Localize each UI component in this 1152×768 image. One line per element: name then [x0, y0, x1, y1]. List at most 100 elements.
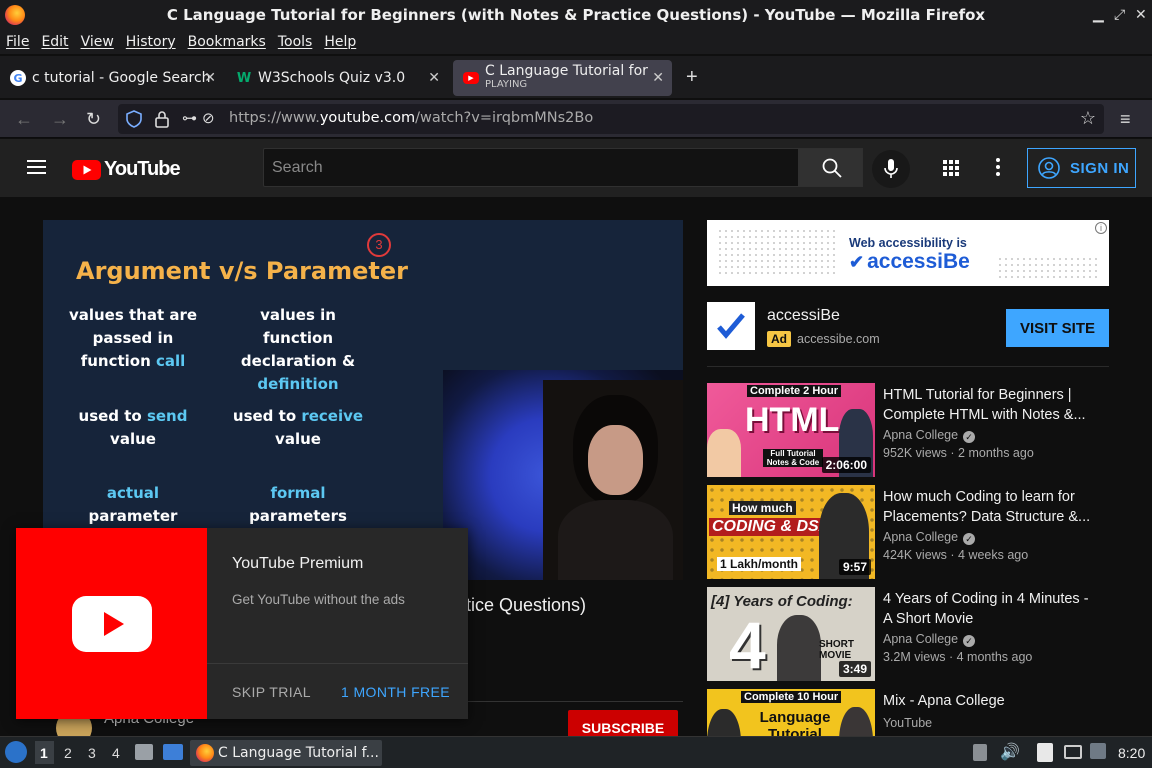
recommendation-item[interactable]: Complete 2 Hour HTML Full Tutorial Notes…: [707, 383, 1109, 477]
channel-name[interactable]: Apna College ✓: [883, 428, 976, 443]
permissions-icon[interactable]: ⊶: [182, 109, 197, 127]
tab-youtube-active[interactable]: ▶ C Language Tutorial for B PLAYING ✕: [453, 60, 672, 96]
microphone-icon: [884, 159, 898, 178]
thumb-main-text: Language Tutorial: [759, 709, 831, 736]
ad-banner-line: Web accessibility is: [849, 236, 967, 250]
recommendation-item[interactable]: How much CODING & DSA 1 Lakh/month 9:57 …: [707, 485, 1109, 579]
ad-badge: Ad: [767, 331, 791, 347]
divider: [207, 663, 468, 664]
lock-icon[interactable]: [154, 110, 170, 128]
ad-banner[interactable]: Web accessibility is ✔ accessiBe i: [707, 220, 1109, 286]
close-tab-icon[interactable]: ✕: [652, 70, 664, 86]
subscribe-button[interactable]: SUBSCRIBE: [568, 710, 678, 736]
menu-help[interactable]: Help: [324, 34, 356, 50]
ad-logo: [707, 302, 755, 350]
video-thumbnail[interactable]: Complete 2 Hour HTML Full Tutorial Notes…: [707, 383, 875, 477]
taskbar: 1 2 3 4 C Language Tutorial f... 🔊 8:20: [0, 736, 1152, 768]
file-manager-icon[interactable]: [135, 744, 153, 760]
sign-in-button[interactable]: SIGN IN: [1027, 148, 1136, 188]
slide-right-cell-1: values in function declaration & definit…: [240, 306, 356, 393]
thumb-main-text: HTML: [745, 401, 840, 439]
menu-tools[interactable]: Tools: [278, 34, 313, 50]
video-title[interactable]: Mix - Apna College: [883, 691, 1098, 711]
autoplay-blocked-icon[interactable]: ⊘: [202, 109, 215, 127]
thumb-sub-text: SHORT MOVIE: [819, 639, 854, 661]
workspace-2[interactable]: 2: [64, 745, 72, 761]
channel-name[interactable]: Apna College ✓: [883, 632, 976, 647]
clock: 8:20: [1118, 745, 1146, 761]
search-input[interactable]: [264, 149, 798, 186]
more-options-icon[interactable]: [996, 158, 1000, 176]
maximize-icon[interactable]: ⤢: [1114, 6, 1125, 23]
menu-view[interactable]: View: [81, 34, 114, 50]
youtube-logo[interactable]: YouTube: [72, 158, 181, 181]
video-meta: 3.2M views · 4 months ago: [883, 650, 1033, 664]
ad-info-icon[interactable]: i: [1095, 222, 1107, 234]
recommendation-item[interactable]: Complete 10 Hour Language Tutorial Mix -…: [707, 689, 1109, 736]
menu-edit[interactable]: Edit: [41, 34, 68, 50]
start-menu-icon[interactable]: [5, 741, 27, 763]
one-month-free-button[interactable]: 1 MONTH FREE: [341, 684, 450, 700]
shield-icon[interactable]: [126, 110, 142, 128]
back-icon[interactable]: ←: [15, 109, 33, 130]
show-desktop-icon[interactable]: [163, 744, 183, 760]
tab-google-search[interactable]: G c tutorial - Google Search ✕: [0, 60, 220, 96]
video-thumbnail[interactable]: How much CODING & DSA 1 Lakh/month 9:57: [707, 485, 875, 579]
youtube-page: YouTube SIGN IN Argument v/s Parameter 3…: [0, 139, 1152, 736]
video-player[interactable]: Argument v/s Parameter 3 values that are…: [43, 220, 683, 580]
url-bar[interactable]: ⊶ ⊘ https://www.youtube.com/watch?v=irqb…: [118, 104, 1104, 134]
video-thumbnail[interactable]: [4] Years of Coding: 4 SHORT MOVIE 3:49: [707, 587, 875, 681]
youtube-play-icon: [72, 596, 152, 652]
slide-left-cell-3: actual parameter: [88, 484, 178, 525]
search-icon: [822, 158, 842, 178]
clipboard-icon[interactable]: [973, 744, 987, 761]
window-titlebar: C Language Tutorial for Beginners (with …: [0, 0, 1152, 30]
app-menu-icon[interactable]: ≡: [1120, 109, 1131, 130]
close-tab-icon[interactable]: ✕: [204, 70, 216, 86]
network-icon[interactable]: [1064, 745, 1082, 759]
tab-w3schools[interactable]: W W3Schools Quiz v3.0 ✕: [226, 60, 448, 96]
bookmark-star-icon[interactable]: ☆: [1080, 108, 1096, 129]
volume-icon[interactable]: 🔊: [1000, 742, 1020, 762]
close-tab-icon[interactable]: ✕: [428, 70, 440, 86]
new-tab-icon[interactable]: +: [686, 66, 698, 89]
recommendation-item[interactable]: [4] Years of Coding: 4 SHORT MOVIE 3:49 …: [707, 587, 1109, 681]
minimize-icon[interactable]: ▁: [1093, 6, 1104, 23]
thumb-person: [777, 615, 821, 681]
thumb-person: [707, 429, 741, 477]
visit-site-button[interactable]: VISIT SITE: [1006, 309, 1109, 347]
slide-right-cell-3: formal parameters: [249, 484, 347, 525]
video-title[interactable]: 4 Years of Coding in 4 Minutes - A Short…: [883, 589, 1098, 629]
video-title[interactable]: HTML Tutorial for Beginners | Complete H…: [883, 385, 1098, 425]
video-duration: 9:57: [838, 559, 871, 575]
voice-search-button[interactable]: [872, 150, 910, 188]
w3schools-icon: W: [236, 70, 252, 86]
menu-file[interactable]: File: [6, 34, 29, 50]
video-thumbnail[interactable]: Complete 10 Hour Language Tutorial: [707, 689, 875, 736]
notes-icon[interactable]: [1037, 743, 1053, 762]
apps-grid-icon[interactable]: [943, 160, 959, 176]
menu-bookmarks[interactable]: Bookmarks: [188, 34, 266, 50]
hamburger-menu-icon[interactable]: [27, 159, 46, 175]
search-button[interactable]: [799, 148, 863, 187]
workspace-3[interactable]: 3: [88, 745, 96, 761]
menu-history[interactable]: History: [126, 34, 176, 50]
video-meta: 424K views · 4 weeks ago: [883, 548, 1029, 562]
youtube-premium-popup: YouTube Premium Get YouTube without the …: [16, 528, 468, 719]
taskbar-firefox-window[interactable]: C Language Tutorial f...: [190, 740, 382, 766]
reload-icon[interactable]: ↻: [86, 109, 101, 130]
video-title[interactable]: How much Coding to learn for Placements?…: [883, 487, 1098, 527]
close-window-icon[interactable]: ✕: [1135, 6, 1147, 23]
channel-name[interactable]: YouTube: [883, 716, 932, 730]
skip-trial-button[interactable]: SKIP TRIAL: [232, 684, 311, 700]
menu-bar: File Edit View History Bookmarks Tools H…: [0, 30, 1152, 54]
url-text[interactable]: https://www.youtube.com/watch?v=irqbmMNs…: [229, 110, 593, 126]
workspace-4[interactable]: 4: [112, 745, 120, 761]
ad-name: accessiBe: [767, 307, 840, 324]
channel-name[interactable]: Apna College ✓: [883, 530, 976, 545]
notifications-icon[interactable]: [1090, 743, 1106, 759]
tab-label: C Language Tutorial for B: [485, 64, 650, 79]
workspace-1[interactable]: 1: [40, 745, 48, 761]
tab-label: c tutorial - Google Search: [32, 70, 211, 86]
forward-icon[interactable]: →: [51, 109, 69, 130]
